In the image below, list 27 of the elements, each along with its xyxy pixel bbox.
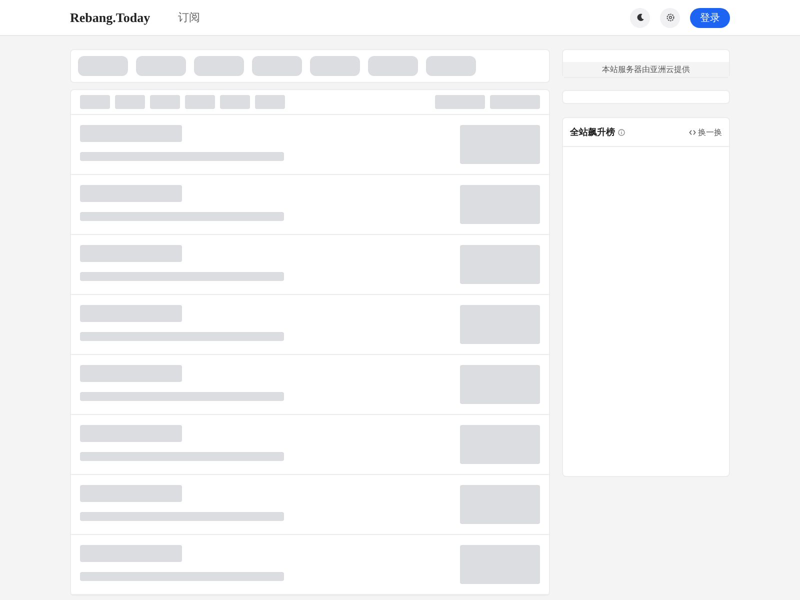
loading-placeholder: [252, 56, 302, 76]
loading-placeholder: [194, 56, 244, 76]
sponsor-text: 本站服务器由亚洲云提供: [563, 62, 729, 77]
info-icon: [618, 128, 625, 136]
loading-placeholder: [368, 56, 418, 76]
loading-placeholder: [150, 95, 180, 109]
loading-placeholder: [115, 95, 145, 109]
theme-toggle-button[interactable]: [630, 8, 650, 28]
loading-placeholder: [255, 95, 285, 109]
loading-placeholder: [136, 56, 186, 76]
nav-link[interactable]: 订阅: [178, 10, 200, 25]
refresh-button[interactable]: 换一换: [689, 126, 722, 138]
login-button[interactable]: 登录: [690, 8, 730, 28]
loading-placeholder: [220, 95, 250, 109]
loading-placeholder: [435, 95, 485, 109]
loading-placeholder: [78, 56, 128, 76]
ranking-title: 全站飙升榜: [570, 126, 615, 138]
settings-button[interactable]: [660, 8, 680, 28]
moon-icon: [636, 13, 644, 22]
site-logo[interactable]: Rebang.Today: [70, 10, 150, 26]
loading-placeholder: [490, 95, 540, 109]
settings-icon: [666, 13, 674, 22]
loading-placeholder: [310, 56, 360, 76]
loading-placeholder: [80, 95, 110, 109]
loading-placeholder: [426, 56, 476, 76]
code-icon: [689, 128, 696, 136]
loading-placeholder: [185, 95, 215, 109]
